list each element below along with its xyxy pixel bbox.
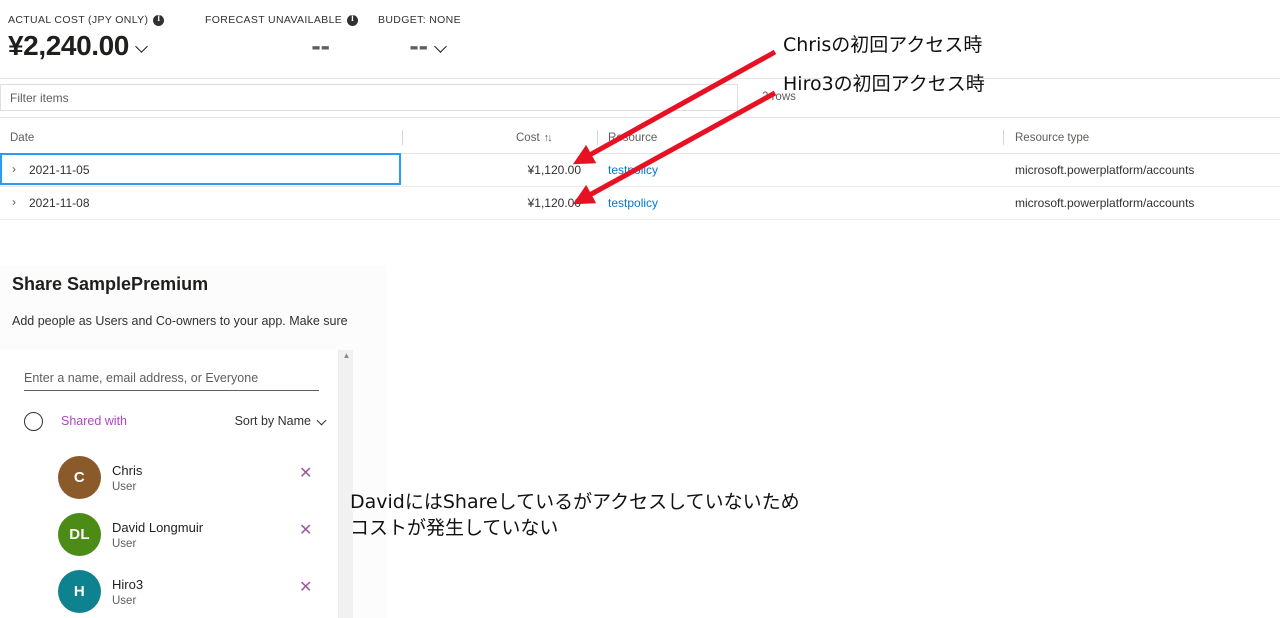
metric-budget-value-row[interactable]: -- [378,30,448,62]
column-header-cost[interactable]: Cost ↑↓ [516,132,553,144]
chevron-down-icon[interactable] [435,41,448,54]
metric-forecast-value-row: -- [205,30,330,62]
table-row[interactable]: › 2021-11-05 ¥1,120.00 testpolicy micros… [0,153,1280,187]
share-name-input[interactable] [24,365,319,391]
shared-with-row: Shared with Sort by Name [24,410,327,434]
metric-budget-label: BUDGET: NONE [378,14,461,26]
sort-by-dropdown[interactable]: Sort by Name [235,414,327,428]
metric-budget-value: -- [409,30,428,61]
metric-forecast-label-text: FORECAST UNAVAILABLE [205,14,343,26]
user-role: User [112,481,137,493]
user-name: David Longmuir [112,520,204,535]
column-header-cost-label: Cost [516,132,540,144]
info-icon[interactable] [153,14,165,26]
metric-forecast-value: -- [311,30,330,61]
user-role: User [112,538,137,550]
metric-budget: BUDGET: NONE -- [378,14,461,62]
cell-resource-type: microsoft.powerplatform/accounts [1015,196,1195,210]
table-row[interactable]: › 2021-11-08 ¥1,120.00 testpolicy micros… [0,187,1280,220]
metric-actual-cost-label: ACTUAL COST (JPY ONLY) [8,14,165,26]
sort-by-label: Sort by Name [234,414,311,428]
avatar: DL [58,513,101,556]
avatar: H [58,570,101,613]
chevron-down-icon [318,417,327,426]
avatar: C [58,456,101,499]
metric-forecast: FORECAST UNAVAILABLE -- [205,14,359,62]
share-panel-subtitle: Add people as Users and Co-owners to you… [12,314,348,328]
share-panel-title: Share SamplePremium [12,274,209,294]
cell-resource-link[interactable]: testpolicy [608,163,658,177]
user-name: Hiro3 [112,577,144,592]
expand-chevron-icon[interactable]: › [12,195,24,209]
metric-actual-cost-label-text: ACTUAL COST (JPY ONLY) [8,14,149,26]
list-item[interactable]: DL David Longmuir User ✕ [0,507,340,564]
column-divider [402,130,403,145]
column-header-date[interactable]: Date [10,132,34,144]
remove-user-icon[interactable]: ✕ [299,466,312,482]
column-divider [597,130,598,145]
remove-user-icon[interactable]: ✕ [299,580,312,596]
metric-forecast-label: FORECAST UNAVAILABLE [205,14,359,26]
share-panel: Share SamplePremium Add people as Users … [0,265,386,618]
shared-with-label: Shared with [61,414,128,428]
rows-count-label: 2 rows [762,91,796,103]
share-panel-scrollbar[interactable]: ▲ [338,350,353,618]
sort-arrows-icon[interactable]: ↑↓ [544,132,553,144]
cost-table: Date Cost ↑↓ Resource Resource type › 20… [0,126,1280,220]
shared-with-radio[interactable] [24,412,43,431]
metric-actual-cost-value-row[interactable]: ¥2,240.00 [8,30,164,62]
remove-user-icon[interactable]: ✕ [299,523,312,539]
metric-actual-cost: ACTUAL COST (JPY ONLY) ¥2,240.00 [8,14,165,62]
user-role: User [112,595,137,607]
list-item[interactable]: H Hiro3 User ✕ [0,564,340,618]
cell-date: 2021-11-05 [29,163,90,177]
metric-actual-cost-value: ¥2,240.00 [8,30,129,61]
share-panel-body: Shared with Sort by Name C Chris User ✕ … [0,350,353,618]
cell-cost: ¥1,120.00 [527,196,581,210]
cost-summary-strip: ACTUAL COST (JPY ONLY) ¥2,240.00 FORECAS… [0,0,1280,78]
cell-resource-type: microsoft.powerplatform/accounts [1015,163,1195,177]
filter-input[interactable] [0,84,738,111]
filter-bar: 2 rows [0,78,1280,118]
cell-resource-link[interactable]: testpolicy [608,196,658,210]
list-item[interactable]: C Chris User ✕ [0,450,340,507]
cell-date: 2021-11-08 [29,196,90,210]
scroll-up-arrow-icon[interactable]: ▲ [339,352,354,360]
column-header-resource-type[interactable]: Resource type [1015,132,1089,144]
user-name: Chris [112,463,143,478]
column-divider [1003,130,1004,145]
cost-table-header: Date Cost ↑↓ Resource Resource type [0,126,1280,154]
cell-cost: ¥1,120.00 [527,163,581,177]
column-header-resource[interactable]: Resource [608,132,657,144]
chevron-down-icon[interactable] [136,41,149,54]
shared-user-list: C Chris User ✕ DL David Longmuir User ✕ … [0,450,340,618]
metric-budget-label-text: BUDGET: NONE [378,14,461,26]
annotation-david-note: DavidにはShareしているがアクセスしていないため コストが発生していない [350,491,800,539]
info-icon[interactable] [347,14,359,26]
expand-chevron-icon[interactable]: › [12,162,24,176]
